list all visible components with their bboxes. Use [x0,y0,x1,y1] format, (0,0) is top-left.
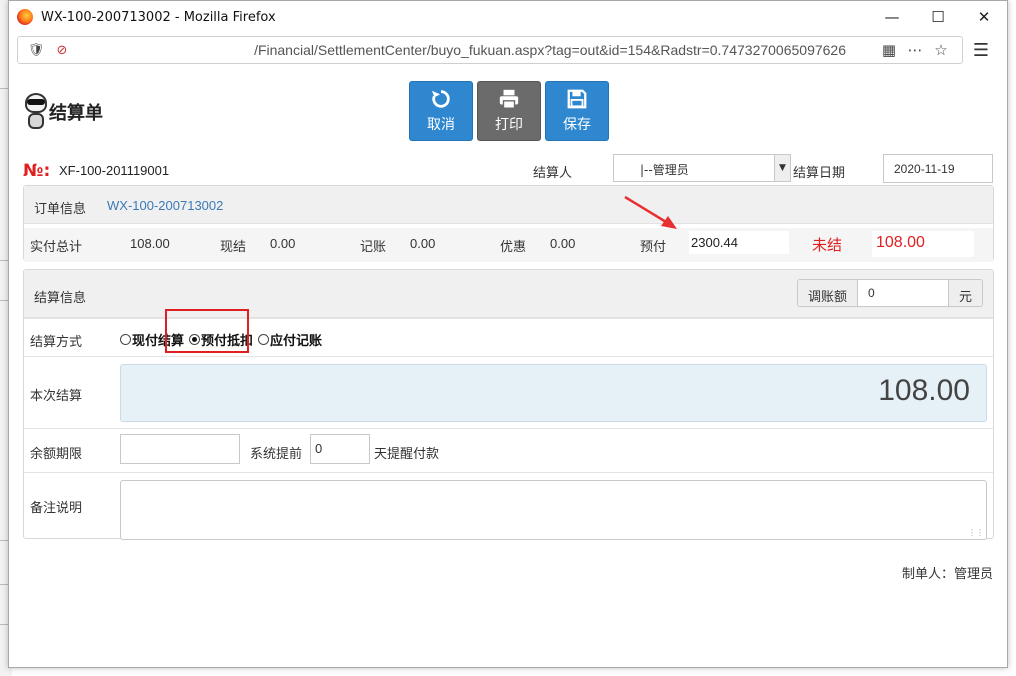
floppy-disk-icon [567,89,587,109]
popup-window: WX-100-200713002 - Mozilla Firefox — ☐ ✕… [8,0,1008,668]
logo-mascot-icon [23,93,49,129]
balance-deadline-label: 余额期限 [30,447,83,462]
doc-number-label: №: [23,161,51,181]
minimize-button[interactable]: — [869,1,915,33]
order-number-link[interactable]: WX-100-200713002 [107,198,223,213]
remind-prefix-label: 系统提前 [250,447,303,462]
cash-value: 0.00 [270,236,296,251]
adjust-amount-unit: 元 [948,280,982,306]
actual-total-value: 108.00 [130,236,170,251]
balance-deadline-input[interactable] [120,434,240,464]
radio-payable-credit[interactable]: 应付记账 [258,330,322,349]
bookmark-star-icon[interactable]: ☆ [928,41,954,59]
discount-label: 优惠 [500,240,527,255]
remark-textarea[interactable]: ⋮⋮ [120,480,987,540]
doc-number: XF-100-201119001 [59,163,170,178]
qr-code-icon[interactable]: ▦ [876,41,902,59]
order-info-panel: 订单信息 WX-100-200713002 实付总计 108.00 现结 0.0… [23,185,994,262]
discount-value: 0.00 [550,236,576,251]
remark-label: 备注说明 [30,501,83,516]
actual-total-label: 实付总计 [30,240,83,255]
maximize-button[interactable]: ☐ [915,1,961,33]
current-settle-amount[interactable]: 108.00 [120,364,987,422]
unsettled-label: 未结 [812,236,843,254]
remind-days-input[interactable]: 0 [310,434,370,464]
order-info-header: 订单信息 WX-100-200713002 [24,186,993,224]
annotation-arrow-icon [624,195,677,229]
settle-date-input[interactable]: 2020-11-19 [883,154,993,183]
more-actions-icon[interactable]: ⋯ [902,41,928,59]
navigation-bar: 🛡 ⊘ /Financial/SettlementCenter/buyo_fuk… [17,33,999,67]
printer-icon [499,89,519,109]
settlement-info-title: 结算信息 [34,291,87,306]
radio-payable-credit-dot[interactable] [258,334,269,345]
close-button[interactable]: ✕ [961,1,1007,33]
settle-method-label: 结算方式 [30,335,83,350]
current-settle-row: 本次结算 108.00 [24,356,993,428]
balance-deadline-row: 余额期限 系统提前 0 天提醒付款 [24,428,993,472]
unsettled-value: 108.00 [872,231,974,257]
current-settle-label: 本次结算 [30,389,83,404]
chevron-down-icon[interactable]: ▼ [774,155,790,181]
page-content: 结算单 取消 打印 保存 №: XF-100-201119001 结算人 |--… [9,69,1007,667]
adjust-amount-label: 调账额 [797,280,857,306]
adjust-amount-input[interactable]: 0 [856,280,949,306]
hamburger-menu-icon[interactable]: ☰ [963,40,999,61]
credit-label: 记账 [360,240,387,255]
remind-suffix-label: 天提醒付款 [374,447,440,462]
window-title: WX-100-200713002 - Mozilla Firefox [41,9,276,25]
settler-label: 结算人 [533,166,573,181]
remark-row: 备注说明 ⋮⋮ [24,472,993,540]
cancel-button[interactable]: 取消 [409,81,473,141]
prepay-value: 2300.44 [689,231,789,254]
annotation-highlight-box [165,309,249,353]
resize-grip-icon[interactable]: ⋮⋮ [968,528,984,537]
shield-icon[interactable]: 🛡 [26,43,46,58]
radio-cash-settle-dot[interactable] [120,334,131,345]
document-maker: 制单人：管理员 [901,567,993,582]
credit-value: 0.00 [410,236,436,251]
settler-selected-value: |--管理员 [640,163,689,177]
save-button[interactable]: 保存 [545,81,609,141]
page-title: 结算单 [49,103,103,124]
settle-date-label: 结算日期 [793,166,846,181]
title-bar: WX-100-200713002 - Mozilla Firefox — ☐ ✕ [9,1,1007,33]
settler-select[interactable]: |--管理员 ▼ [613,154,791,182]
radio-payable-credit-label: 应付记账 [270,334,323,349]
tracking-blocked-icon[interactable]: ⊘ [52,43,72,58]
cancel-button-label: 取消 [427,117,455,133]
save-button-label: 保存 [563,117,591,133]
order-info-title: 订单信息 [34,202,87,217]
adjust-amount-group: 调账额 0 元 [796,279,983,307]
print-button-label: 打印 [495,117,523,133]
prepay-label: 预付 [640,240,667,255]
undo-icon [431,90,450,108]
firefox-icon [17,9,33,25]
order-summary-row: 实付总计 108.00 现结 0.00 记账 0.00 优惠 0.00 预付 2… [24,228,993,262]
address-bar[interactable]: 🛡 ⊘ /Financial/SettlementCenter/buyo_fuk… [17,36,963,64]
url-text[interactable]: /Financial/SettlementCenter/buyo_fukuan.… [78,42,876,58]
print-button[interactable]: 打印 [477,81,541,141]
cash-label: 现结 [220,240,247,255]
